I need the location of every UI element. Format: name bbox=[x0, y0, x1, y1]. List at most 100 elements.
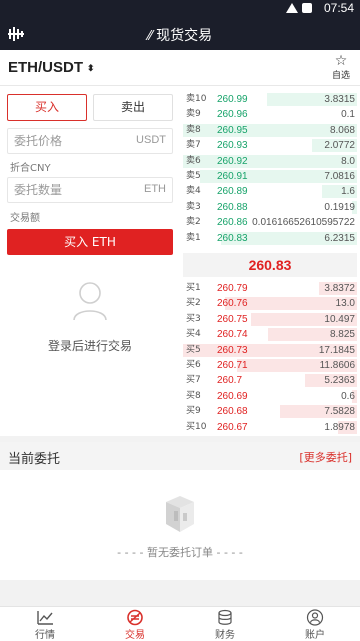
bid-qty: 7.5828 bbox=[324, 406, 355, 418]
empty-orders-text: - - - - 暂无委托订单 - - - - bbox=[117, 546, 243, 559]
ask-label: 卖4 bbox=[186, 186, 201, 197]
ask-qty: 1.6 bbox=[341, 186, 355, 198]
ask-label: 卖7 bbox=[186, 140, 201, 151]
order-book-bids: 买1 260.79 3.8372 买2 260.76 13.0 买3 260.75 10.497… bbox=[183, 281, 357, 435]
ask-qty: 0.1 bbox=[341, 109, 355, 121]
bid-label: 买8 bbox=[186, 390, 201, 401]
ask-label: 卖5 bbox=[186, 170, 201, 181]
pair-name: ETH/USDT bbox=[8, 59, 83, 76]
tab-buy[interactable]: 买入 bbox=[7, 94, 87, 121]
ask-label: 卖2 bbox=[186, 217, 201, 228]
trade-icon bbox=[127, 609, 143, 626]
empty-box-icon bbox=[166, 496, 194, 532]
bid-row[interactable]: 买3 260.75 10.497 bbox=[183, 312, 357, 327]
sort-caret-icon: ⬍ bbox=[87, 62, 95, 73]
bid-qty: 3.8372 bbox=[324, 283, 355, 294]
bottom-spacer bbox=[0, 580, 360, 606]
bid-label: 买7 bbox=[186, 375, 201, 386]
ask-row[interactable]: 卖2 260.86 0.01616652610595722 bbox=[183, 215, 357, 230]
account-icon bbox=[306, 609, 324, 626]
bid-price: 260.74 bbox=[217, 329, 248, 341]
ask-price: 260.96 bbox=[217, 109, 248, 121]
bid-label: 买6 bbox=[186, 359, 201, 370]
ask-qty: 0.01616652610595722 bbox=[252, 217, 355, 229]
favorite-label: 自选 bbox=[331, 71, 350, 81]
nav-finance[interactable]: 财务 bbox=[180, 609, 270, 641]
ask-qty: 2.0772 bbox=[324, 140, 355, 152]
buy-eth-button[interactable]: 买入 ETH bbox=[7, 229, 173, 255]
ask-label: 卖3 bbox=[186, 201, 201, 212]
price-input[interactable] bbox=[14, 129, 124, 153]
nav-quotes-label: 行情 bbox=[35, 630, 55, 641]
ask-price: 260.93 bbox=[217, 140, 248, 152]
pair-bar: ETH/USDT ⬍ ☆ 自选 bbox=[0, 50, 360, 86]
coins-icon bbox=[218, 609, 232, 625]
wifi-icon bbox=[286, 3, 298, 13]
order-book-asks: 卖10 260.99 3.8315 卖9 260.96 0.1 卖8 260.95 8.068 卖… bbox=[183, 92, 357, 246]
bid-label: 买3 bbox=[186, 313, 201, 324]
bid-price: 260.76 bbox=[217, 298, 248, 310]
ask-label: 卖6 bbox=[186, 155, 201, 166]
bottom-nav: 行情 交易 财务 账户 bbox=[0, 606, 360, 641]
bid-price: 260.7 bbox=[217, 375, 243, 387]
bid-row[interactable]: 买2 260.76 13.0 bbox=[183, 296, 357, 311]
ask-row[interactable]: 卖5 260.91 7.0816 bbox=[183, 169, 357, 184]
nav-quotes[interactable]: 行情 bbox=[0, 609, 90, 641]
bid-row[interactable]: 买10 260.67 1.8978 bbox=[183, 420, 357, 435]
bid-row[interactable]: 买7 260.7 5.2363 bbox=[183, 373, 357, 388]
ask-row[interactable]: 卖3 260.88 0.1919 bbox=[183, 200, 357, 215]
trade-panel: 买入 卖出 USDT 折合CNY ETH 交易额 买入 ETH 登录后进行交易 bbox=[0, 86, 180, 436]
bid-label: 买9 bbox=[186, 406, 201, 417]
ask-row[interactable]: 卖9 260.96 0.1 bbox=[183, 107, 357, 122]
bid-price: 260.71 bbox=[217, 359, 248, 371]
ask-qty: 3.8315 bbox=[324, 94, 355, 105]
page-title: ⁄⁄ 现货交易 bbox=[0, 25, 360, 45]
ask-qty: 7.0816 bbox=[324, 170, 355, 182]
login-prompt[interactable]: 登录后进行交易 bbox=[0, 337, 180, 354]
more-orders-link[interactable]: [更多委托] bbox=[299, 449, 352, 465]
bid-price: 260.75 bbox=[217, 313, 248, 325]
cny-label: 折合CNY bbox=[10, 163, 51, 174]
bid-row[interactable]: 买5 260.73 17.1845 bbox=[183, 343, 357, 358]
ask-price: 260.95 bbox=[217, 124, 248, 136]
bid-row[interactable]: 买8 260.69 0.6 bbox=[183, 389, 357, 404]
ask-row[interactable]: 卖4 260.89 1.6 bbox=[183, 184, 357, 199]
bid-row[interactable]: 买4 260.74 8.825 bbox=[183, 327, 357, 342]
quantity-input[interactable] bbox=[14, 178, 124, 202]
ask-row[interactable]: 卖7 260.93 2.0772 bbox=[183, 138, 357, 153]
nav-trade[interactable]: 交易 bbox=[90, 609, 180, 641]
ask-depth-bar bbox=[183, 154, 357, 168]
ask-price: 260.83 bbox=[217, 232, 248, 244]
status-time: 07:54 bbox=[323, 1, 354, 15]
tab-sell[interactable]: 卖出 bbox=[93, 94, 173, 121]
ask-row[interactable]: 卖1 260.83 6.2315 bbox=[183, 231, 357, 246]
bid-qty: 8.825 bbox=[329, 329, 355, 341]
bid-row[interactable]: 买6 260.71 11.8606 bbox=[183, 358, 357, 373]
ask-price: 260.91 bbox=[217, 170, 248, 182]
empty-orders: - - - - 暂无委托订单 - - - - bbox=[0, 470, 360, 580]
price-field[interactable]: USDT bbox=[7, 128, 173, 154]
current-orders-header: 当前委托 [更多委托] bbox=[0, 442, 360, 470]
nav-account[interactable]: 账户 bbox=[270, 609, 360, 641]
ask-qty: 8.068 bbox=[329, 124, 355, 136]
ask-price: 260.99 bbox=[217, 94, 248, 105]
pair-selector[interactable]: ETH/USDT ⬍ bbox=[8, 59, 95, 76]
current-orders-title: 当前委托 bbox=[8, 452, 61, 467]
ask-row[interactable]: 卖6 260.92 8.0 bbox=[183, 154, 357, 169]
bid-qty: 10.497 bbox=[324, 313, 355, 325]
chart-icon bbox=[37, 611, 53, 625]
favorite-button[interactable]: ☆ 自选 bbox=[328, 54, 354, 81]
bid-price: 260.79 bbox=[217, 283, 248, 294]
ask-price: 260.89 bbox=[217, 186, 248, 198]
bid-qty: 13.0 bbox=[335, 298, 355, 310]
bid-qty: 0.6 bbox=[341, 390, 355, 402]
quantity-field[interactable]: ETH bbox=[7, 177, 173, 203]
status-bar: 07:54 bbox=[0, 0, 360, 18]
amount-label: 交易额 bbox=[10, 213, 40, 224]
bid-row[interactable]: 买1 260.79 3.8372 bbox=[183, 281, 357, 296]
bid-qty: 1.8978 bbox=[324, 421, 355, 433]
ask-row[interactable]: 卖8 260.95 8.068 bbox=[183, 123, 357, 138]
bid-row[interactable]: 买9 260.68 7.5828 bbox=[183, 404, 357, 419]
ask-row[interactable]: 卖10 260.99 3.8315 bbox=[183, 92, 357, 107]
bid-label: 买1 bbox=[186, 283, 201, 293]
